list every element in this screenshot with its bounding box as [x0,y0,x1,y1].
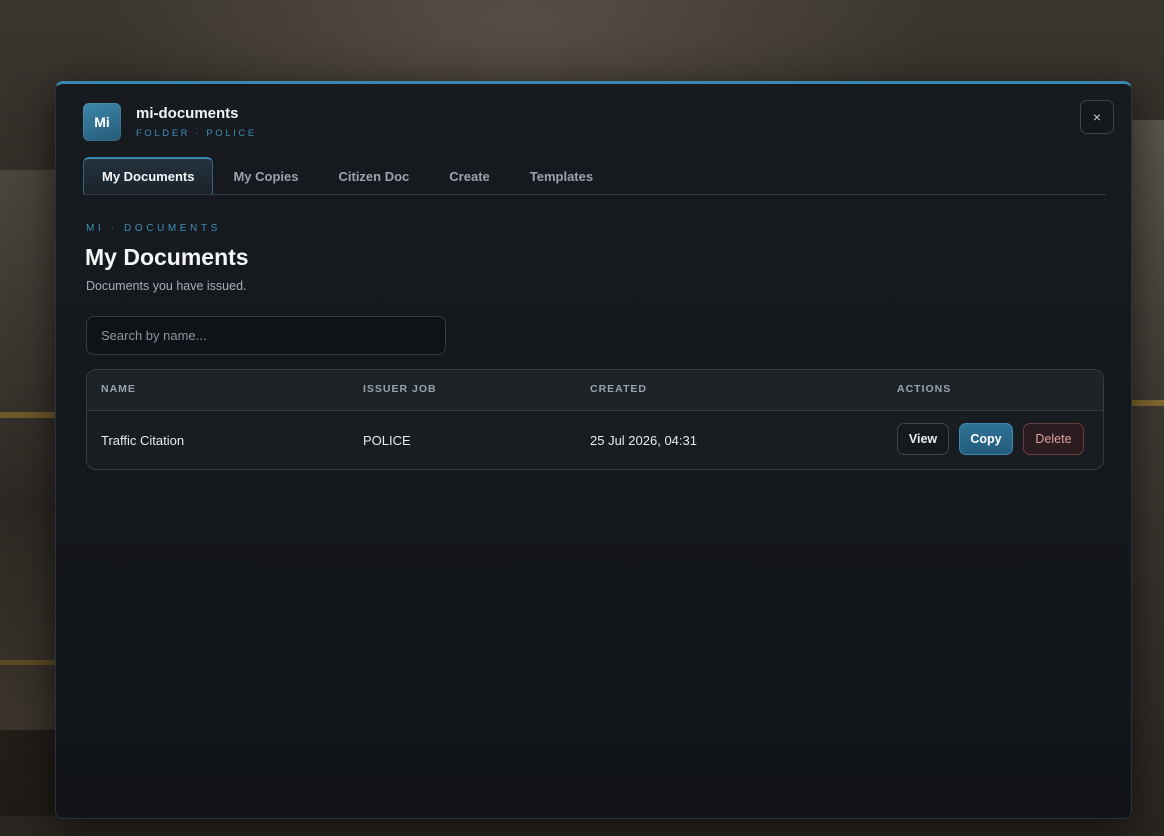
tab-create[interactable]: Create [429,158,509,194]
view-button[interactable]: View [897,423,949,455]
background-wall-right [1132,120,1164,820]
column-header-name: NAME [101,383,136,395]
table-header: NAME ISSUER JOB CREATED ACTIONS [87,370,1103,411]
cell-name: Traffic Citation [101,433,185,448]
app-logo: Mi [83,103,121,141]
column-header-actions: ACTIONS [897,383,952,395]
background-floor [0,816,1164,836]
close-button[interactable]: × [1080,100,1114,134]
section-eyebrow: MI · DOCUMENTS [86,223,221,234]
page-title: My Documents [85,244,249,270]
close-icon: × [1092,109,1102,125]
app-title: mi-documents [136,105,239,122]
cell-created: 25 Jul 2026, 04:31 [590,433,697,448]
background-stripe [0,660,56,665]
tab-my-copies[interactable]: My Copies [213,158,318,194]
background-stripe [0,412,56,418]
page-subtitle: Documents you have issued. [86,279,247,293]
delete-button[interactable]: Delete [1023,423,1084,455]
column-header-issuer-job: ISSUER JOB [363,383,437,395]
column-header-created: CREATED [590,383,647,395]
documents-table: NAME ISSUER JOB CREATED ACTIONS Traffic … [86,369,1104,470]
tab-citizen-doc[interactable]: Citizen Doc [318,158,429,194]
tab-templates[interactable]: Templates [510,158,613,194]
background-stripe [1132,400,1164,406]
app-subtitle: FOLDER · POLICE [136,128,257,139]
background-wall-left [0,170,56,730]
search-input[interactable] [86,316,446,355]
cell-issuer-job: POLICE [363,433,411,448]
copy-button[interactable]: Copy [959,423,1013,455]
tab-my-documents[interactable]: My Documents [83,157,214,194]
tab-bar: My Documents My Copies Citizen Doc Creat… [83,157,1106,195]
documents-panel: Mi mi-documents FOLDER · POLICE × My Doc… [55,81,1132,819]
